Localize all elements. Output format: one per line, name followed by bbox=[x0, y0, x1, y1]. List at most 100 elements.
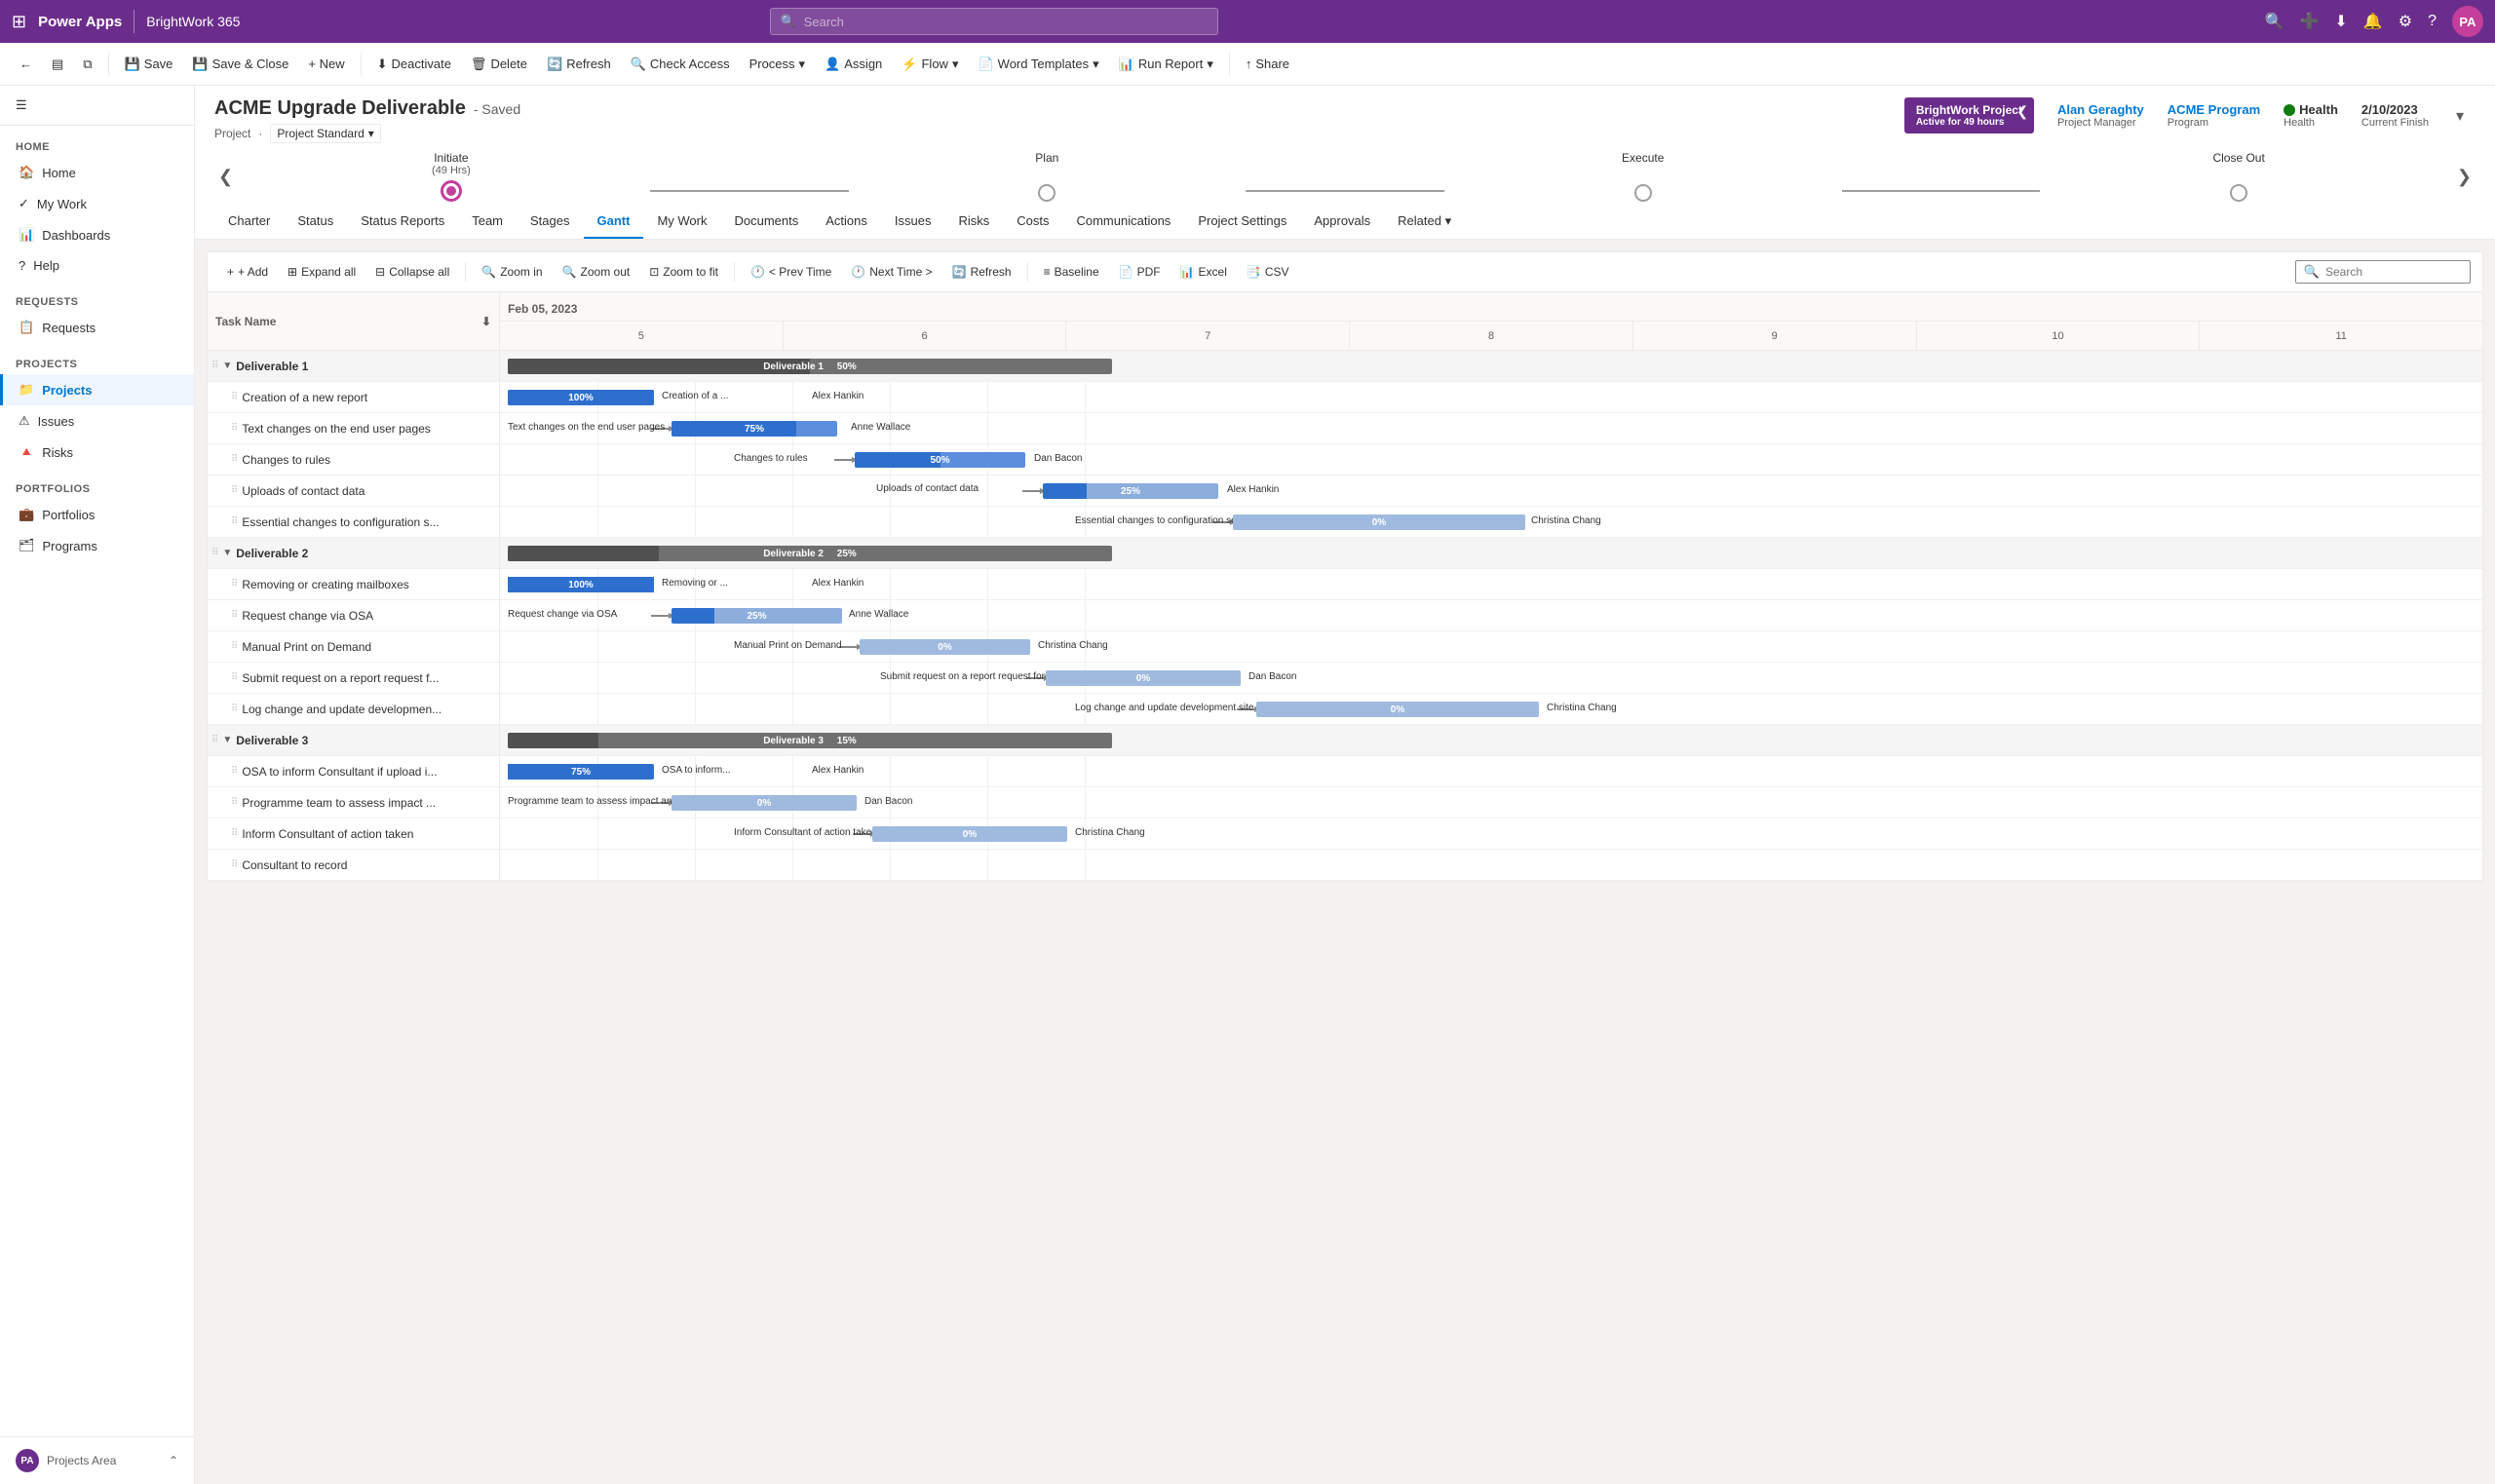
add-icon-top[interactable]: ➕ bbox=[2299, 12, 2319, 31]
gantt-row-t5[interactable]: ⠿ Essential changes to configuration s..… bbox=[208, 507, 499, 538]
tab-issues[interactable]: Issues bbox=[881, 206, 945, 239]
gantt-row-t11[interactable]: ⠿ OSA to inform Consultant if upload i..… bbox=[208, 756, 499, 787]
tab-costs[interactable]: Costs bbox=[1003, 206, 1062, 239]
run-report-button[interactable]: 📊 Run Report ▾ bbox=[1111, 53, 1221, 76]
bar-d3[interactable]: Deliverable 3 15% bbox=[508, 733, 1112, 748]
expand-d1[interactable]: ▼ bbox=[222, 361, 232, 371]
bar-t6[interactable]: 100% bbox=[508, 577, 654, 592]
sidebar-item-requests[interactable]: 📋 Requests bbox=[0, 312, 194, 343]
gantt-add-button[interactable]: + + Add bbox=[219, 261, 276, 283]
tab-charter[interactable]: Charter bbox=[214, 206, 284, 239]
gantt-search-input[interactable] bbox=[2325, 265, 2462, 279]
gantt-row-t12[interactable]: ⠿ Programme team to assess impact ... bbox=[208, 787, 499, 818]
stage-plan[interactable]: Plan bbox=[849, 151, 1247, 202]
gantt-refresh-button[interactable]: 🔄 Refresh bbox=[944, 261, 1019, 283]
settings-icon[interactable]: ⚙ bbox=[2399, 12, 2412, 31]
gantt-row-t10[interactable]: ⠿ Log change and update developmen... bbox=[208, 694, 499, 725]
deactivate-button[interactable]: ⬇ Deactivate bbox=[369, 53, 459, 76]
tab-communications[interactable]: Communications bbox=[1062, 206, 1184, 239]
search-icon-top[interactable]: 🔍 bbox=[2265, 12, 2284, 31]
global-search[interactable]: 🔍 Search bbox=[770, 8, 1218, 35]
word-templates-button[interactable]: 📄 Word Templates ▾ bbox=[970, 53, 1106, 76]
stage-closeout[interactable]: Close Out bbox=[2040, 151, 2437, 202]
sidebar-item-home[interactable]: 🏠 Home bbox=[0, 157, 194, 188]
tab-stages[interactable]: Stages bbox=[517, 206, 583, 239]
notification-icon[interactable]: 🔔 bbox=[2363, 12, 2383, 31]
new-button[interactable]: + New bbox=[300, 53, 352, 75]
bw-badge-close[interactable]: ❮ bbox=[2016, 103, 2028, 120]
gantt-expand-all-button[interactable]: ⊞ Expand all bbox=[280, 261, 364, 283]
gantt-csv-button[interactable]: 📑 CSV bbox=[1239, 261, 1297, 283]
bar-d2[interactable]: Deliverable 2 25% bbox=[508, 546, 1112, 561]
flow-button[interactable]: ⚡ Flow ▾ bbox=[894, 53, 966, 76]
bar-d1[interactable]: Deliverable 1 50% bbox=[508, 359, 1112, 374]
gantt-collapse-all-button[interactable]: ⊟ Collapse all bbox=[367, 261, 457, 283]
back-button[interactable]: ← bbox=[12, 53, 40, 75]
gantt-row-t3[interactable]: ⠿ Changes to rules bbox=[208, 444, 499, 476]
manager-name[interactable]: Alan Geraghty bbox=[2057, 102, 2144, 117]
help-icon-top[interactable]: ? bbox=[2428, 13, 2437, 30]
gantt-row-t14[interactable]: ⠿ Consultant to record bbox=[208, 850, 499, 881]
bar-t10[interactable]: 0% bbox=[1256, 702, 1539, 717]
check-access-button[interactable]: 🔍 Check Access bbox=[623, 53, 738, 76]
tab-actions[interactable]: Actions bbox=[812, 206, 881, 239]
stage-prev-button[interactable]: ❮ bbox=[214, 167, 237, 187]
refresh-button[interactable]: 🔄 Refresh bbox=[539, 53, 619, 76]
bar-t13[interactable]: 0% bbox=[872, 826, 1067, 842]
sidebar-item-dashboards[interactable]: 📊 Dashboards bbox=[0, 219, 194, 250]
gantt-zoom-in-button[interactable]: 🔍 Zoom in bbox=[474, 261, 550, 283]
tab-related[interactable]: Related ▾ bbox=[1384, 206, 1465, 239]
tab-team[interactable]: Team bbox=[458, 206, 517, 239]
gantt-pdf-button[interactable]: 📄 PDF bbox=[1111, 261, 1169, 283]
project-standard-button[interactable]: Project Standard ▾ bbox=[270, 124, 380, 143]
sidebar-item-issues[interactable]: ⚠ Issues bbox=[0, 405, 194, 437]
bar-t7[interactable]: 25% bbox=[672, 608, 842, 624]
gantt-row-t4[interactable]: ⠿ Uploads of contact data bbox=[208, 476, 499, 507]
stage-initiate[interactable]: Initiate (49 Hrs) bbox=[252, 151, 650, 202]
gantt-zoom-fit-button[interactable]: ⊡ Zoom to fit bbox=[641, 261, 726, 283]
sidebar-item-help[interactable]: ? Help bbox=[0, 250, 194, 281]
bar-t5[interactable]: 0% bbox=[1233, 514, 1525, 530]
assign-button[interactable]: 👤 Assign bbox=[817, 53, 890, 76]
sidebar-footer-chevron[interactable]: ⌃ bbox=[169, 1454, 178, 1467]
gantt-zoom-out-button[interactable]: 🔍 Zoom out bbox=[555, 261, 638, 283]
sidebar-toggle[interactable]: ☰ bbox=[12, 94, 31, 117]
avatar[interactable]: PA bbox=[2452, 6, 2483, 37]
save-close-button[interactable]: 💾 Save & Close bbox=[184, 53, 296, 76]
filter-icon-top[interactable]: ⬇ bbox=[2334, 12, 2347, 31]
tab-gantt[interactable]: Gantt bbox=[584, 206, 644, 239]
sidebar-item-risks[interactable]: 🔺 Risks bbox=[0, 437, 194, 468]
sidebar-item-portfolios[interactable]: 💼 Portfolios bbox=[0, 499, 194, 530]
gantt-row-d2[interactable]: ⠿ ▼ Deliverable 2 bbox=[208, 538, 499, 569]
sidebar-item-my-work[interactable]: ✓ My Work bbox=[0, 188, 194, 219]
gantt-row-t2[interactable]: ⠿ Text changes on the end user pages bbox=[208, 413, 499, 444]
tab-risks[interactable]: Risks bbox=[944, 206, 1003, 239]
bar-t4[interactable]: 25% bbox=[1043, 483, 1218, 499]
tab-status[interactable]: Status bbox=[284, 206, 347, 239]
share-button[interactable]: ↑ Share bbox=[1238, 53, 1297, 75]
gantt-row-t7[interactable]: ⠿ Request change via OSA bbox=[208, 600, 499, 631]
gantt-row-d1[interactable]: ⠿ ▼ Deliverable 1 bbox=[208, 351, 499, 382]
apps-grid-icon[interactable]: ⊞ bbox=[12, 12, 26, 32]
header-expand-button[interactable]: ▾ bbox=[2452, 102, 2468, 130]
gantt-search[interactable]: 🔍 bbox=[2295, 260, 2471, 284]
stage-execute[interactable]: Execute bbox=[1444, 151, 1842, 202]
gantt-row-d3[interactable]: ⠿ ▼ Deliverable 3 bbox=[208, 725, 499, 756]
bar-t12[interactable]: 0% bbox=[672, 795, 857, 811]
gantt-row-t13[interactable]: ⠿ Inform Consultant of action taken bbox=[208, 818, 499, 850]
gantt-row-t6[interactable]: ⠿ Removing or creating mailboxes bbox=[208, 569, 499, 600]
gantt-baseline-button[interactable]: ≡ Baseline bbox=[1036, 261, 1107, 283]
tab-documents[interactable]: Documents bbox=[721, 206, 813, 239]
gantt-row-t9[interactable]: ⠿ Submit request on a report request f..… bbox=[208, 663, 499, 694]
panel-icon-button[interactable]: ▤ bbox=[44, 53, 71, 76]
expand-d3[interactable]: ▼ bbox=[222, 735, 232, 745]
bar-t2[interactable]: 75% bbox=[672, 421, 837, 437]
task-filter-icon[interactable]: ⬇ bbox=[481, 315, 491, 328]
save-button[interactable]: 💾 Save bbox=[117, 53, 181, 76]
process-button[interactable]: Process ▾ bbox=[742, 53, 814, 76]
delete-button[interactable]: 🗑 Delete bbox=[463, 53, 535, 76]
tab-approvals[interactable]: Approvals bbox=[1300, 206, 1384, 239]
gantt-excel-button[interactable]: 📊 Excel bbox=[1172, 261, 1235, 283]
gantt-row-t1[interactable]: ⠿ Creation of a new report bbox=[208, 382, 499, 413]
expand-d2[interactable]: ▼ bbox=[222, 548, 232, 558]
